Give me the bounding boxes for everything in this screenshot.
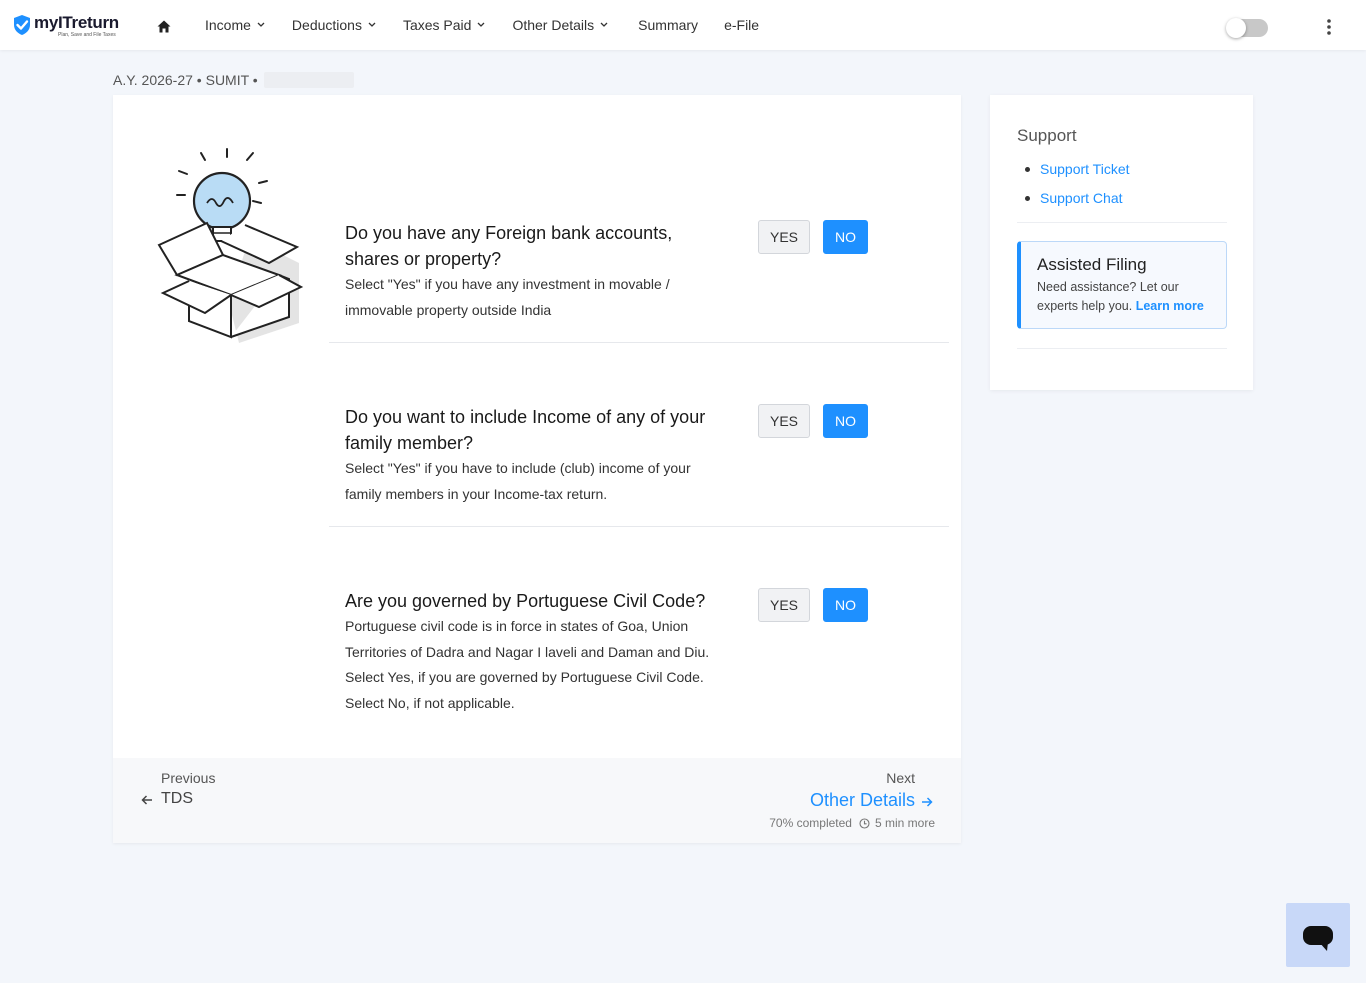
chevron-down-icon: [368, 22, 376, 27]
next-step-name: Other Details: [809, 790, 915, 810]
support-chat-link[interactable]: Support Chat: [1025, 184, 1130, 213]
nav-label: e-File: [724, 17, 760, 33]
yes-button[interactable]: YES: [758, 220, 810, 254]
brand-name: myITreturn: [34, 13, 119, 32]
nav-item-summary[interactable]: Summary: [638, 17, 698, 33]
progress-indicator: 70% completed 5 min more: [769, 816, 935, 830]
chat-bubble-tail: [1319, 942, 1328, 951]
support-title: Support: [1017, 126, 1077, 145]
no-button[interactable]: NO: [823, 220, 868, 254]
chevron-down-icon: [477, 22, 485, 27]
more-vertical-icon[interactable]: [1322, 18, 1336, 36]
no-button[interactable]: NO: [823, 588, 868, 622]
main-nav: Income Deductions Taxes Paid Other Detai…: [205, 0, 759, 50]
assisted-filing-card: Assisted Filing Need assistance? Let our…: [1017, 241, 1227, 329]
assessment-breadcrumb: A.Y. 2026-27 • SUMIT •: [113, 72, 354, 88]
assisted-filing-title: Assisted Filing: [1037, 255, 1147, 274]
chat-widget-button[interactable]: [1286, 903, 1350, 967]
learn-more-link[interactable]: Learn more: [1136, 299, 1204, 313]
nav-label: Income: [205, 17, 251, 33]
next-step-link[interactable]: Other Details: [810, 790, 933, 811]
brand-tagline: Plan, Save and File Taxes: [58, 32, 116, 38]
questions-card: Do you have any Foreign bank accounts, s…: [113, 95, 961, 843]
question-description: Select "Yes" if you have to include (clu…: [345, 460, 691, 502]
question-title: Do you have any Foreign bank accounts, s…: [345, 223, 673, 269]
nav-item-taxes-paid[interactable]: Taxes Paid: [403, 17, 485, 33]
support-links: Support Ticket Support Chat: [1025, 155, 1130, 213]
lightbulb-box-illustration: [157, 148, 304, 343]
chat-bubble-icon: [1303, 926, 1333, 945]
breadcrumb-text: A.Y. 2026-27 • SUMIT •: [113, 72, 258, 88]
nav-item-income[interactable]: Income: [205, 17, 265, 33]
nav-item-other-details[interactable]: Other Details: [512, 17, 608, 33]
nav-item-deductions[interactable]: Deductions: [292, 17, 376, 33]
shield-check-icon: [14, 15, 30, 35]
top-navbar: myITreturn Plan, Save and File Taxes Inc…: [0, 0, 1366, 50]
previous-step-link[interactable]: TDS: [141, 790, 193, 808]
nav-label: Summary: [638, 17, 699, 33]
support-ticket-link[interactable]: Support Ticket: [1025, 155, 1130, 184]
clock-icon: [859, 817, 870, 829]
question-description: Select "Yes" if you have any investment …: [345, 276, 670, 318]
question-foreign-assets: Do you have any Foreign bank accounts, s…: [329, 220, 949, 343]
chevron-down-icon: [600, 22, 608, 27]
divider: [1017, 222, 1227, 223]
theme-toggle[interactable]: [1226, 18, 1268, 38]
nav-item-efile[interactable]: e-File: [724, 17, 759, 33]
redacted-pan: [263, 72, 354, 88]
progress-text: 70% completed: [769, 816, 852, 830]
no-button[interactable]: NO: [823, 404, 868, 438]
assisted-filing-desc: Need assistance? Let our experts help yo…: [1037, 278, 1222, 316]
question-title: Do you want to include Income of any of …: [345, 407, 706, 453]
nav-label: Other Details: [512, 17, 595, 33]
previous-label: Previous: [161, 770, 216, 786]
arrow-left-icon: [141, 795, 152, 805]
question-description: Portuguese civil code is in force in sta…: [345, 618, 710, 711]
previous-step-name: TDS: [161, 790, 193, 807]
question-title: Are you governed by Portuguese Civil Cod…: [345, 591, 706, 611]
nav-label: Taxes Paid: [402, 17, 472, 33]
time-remaining: 5 min more: [874, 816, 935, 830]
chevron-down-icon: [257, 22, 265, 27]
home-icon[interactable]: [157, 20, 171, 33]
nav-label: Deductions: [291, 17, 362, 33]
yes-button[interactable]: YES: [758, 404, 810, 438]
divider: [1017, 348, 1227, 349]
question-portuguese-civil-code: Are you governed by Portuguese Civil Cod…: [329, 588, 949, 718]
arrow-right-icon: [922, 796, 933, 807]
toggle-knob: [1226, 18, 1246, 38]
support-sidebar: Support Support Ticket Support Chat Assi…: [990, 95, 1253, 390]
question-family-income: Do you want to include Income of any of …: [329, 404, 949, 527]
yes-button[interactable]: YES: [758, 588, 810, 622]
next-label: Next: [886, 770, 915, 786]
brand-logo[interactable]: myITreturn Plan, Save and File Taxes: [12, 14, 119, 38]
step-footer: Previous TDS Next Other Details 70% comp…: [113, 758, 961, 843]
